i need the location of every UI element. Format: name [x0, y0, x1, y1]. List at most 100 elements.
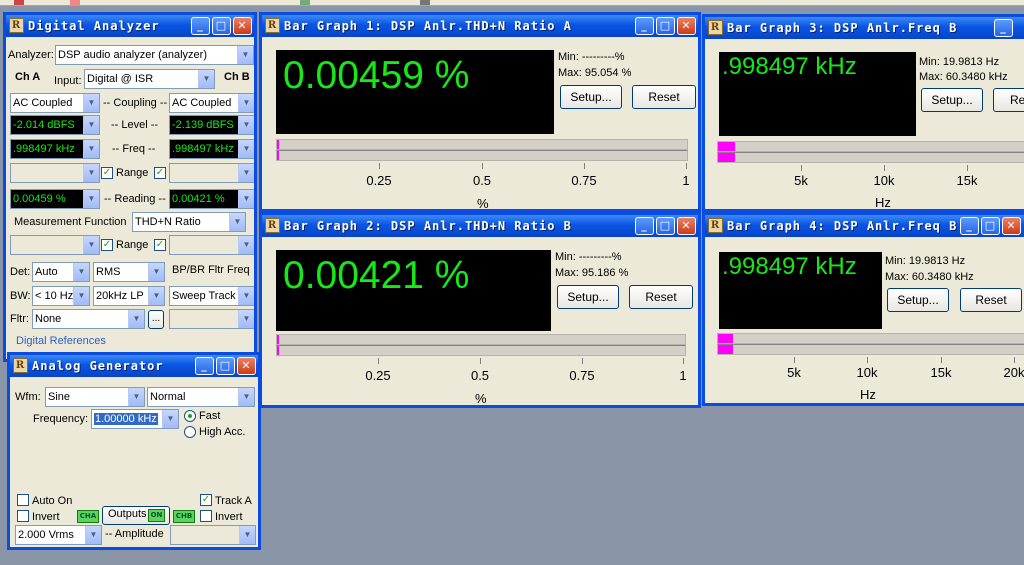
range2-b-checkbox[interactable]: ✓ [154, 239, 166, 251]
close-button[interactable]: ✕ [233, 17, 252, 35]
reading-b-readout[interactable]: 0.00421 % ▼ [169, 189, 254, 209]
reset-button[interactable]: Reset [993, 88, 1024, 112]
setup-button[interactable]: Setup... [921, 88, 983, 112]
scale-label: 0.5 [470, 368, 490, 383]
close-button[interactable]: ✕ [237, 357, 256, 375]
setup-button[interactable]: Setup... [560, 85, 622, 109]
level-b-readout[interactable]: -2.139 dBFS ▼ [169, 115, 254, 135]
app-icon: R [265, 18, 280, 33]
coupling-a-select[interactable]: AC Coupled ▼ [10, 93, 100, 113]
toolbar-icon[interactable] [70, 0, 80, 5]
minimize-button[interactable]: _ [635, 17, 654, 35]
analyzer-select[interactable]: DSP audio analyzer (analyzer) ▼ [55, 45, 254, 65]
fltr-more-button[interactable]: ... [148, 310, 164, 329]
scale-label: 5k [794, 173, 808, 188]
chb-indicator[interactable]: CHB [173, 510, 195, 523]
minimize-button[interactable]: _ [191, 17, 210, 35]
coupling-label: -- Coupling -- [103, 97, 168, 109]
reset-button[interactable]: Reset [632, 85, 696, 109]
close-button[interactable]: ✕ [1002, 217, 1021, 235]
digital-references-link[interactable]: Digital References [16, 335, 106, 347]
window-title: Bar Graph 4: DSP Anlr.Freq B [727, 219, 958, 233]
maximize-button[interactable]: □ [212, 17, 231, 35]
level-a-readout[interactable]: -2.014 dBFS ▼ [10, 115, 100, 135]
bar-fill-lower [277, 346, 279, 355]
toolbar-icon[interactable] [420, 0, 430, 5]
minimize-button[interactable]: _ [994, 19, 1013, 37]
high-acc-radio[interactable] [184, 426, 196, 438]
title-bar[interactable]: R Digital Analyzer _ □ ✕ [6, 15, 254, 37]
fltr-label: Fltr: [10, 313, 29, 325]
toolbar-icon[interactable] [14, 0, 24, 5]
range2-a-select[interactable]: ▼ [10, 235, 100, 255]
det-select[interactable]: Auto ▼ [32, 262, 90, 282]
minimize-button[interactable]: _ [195, 357, 214, 375]
chevron-down-icon: ▼ [148, 263, 164, 281]
bw-high-select[interactable]: 20kHz LP ▼ [93, 286, 165, 306]
fltr-b-select[interactable]: ▼ [169, 309, 254, 329]
app-icon: R [265, 218, 280, 233]
invert-b-checkbox[interactable] [200, 510, 212, 522]
freq-b-readout[interactable]: .998497 kHz ▼ [169, 139, 254, 159]
title-bar[interactable]: R Analog Generator _ □ ✕ [10, 355, 258, 377]
unit-label: % [475, 391, 487, 406]
range-b-checkbox[interactable]: ✓ [154, 167, 166, 179]
outputs-button[interactable]: Outputs ON [102, 506, 170, 525]
title-bar[interactable]: R Bar Graph 2: DSP Anlr.THD+N Ratio B _ … [262, 215, 698, 237]
waveform-select[interactable]: Sine ▼ [45, 387, 145, 407]
chevron-down-icon: ▼ [239, 526, 255, 544]
range-label: Range [116, 167, 149, 179]
range2-b-select[interactable]: ▼ [169, 235, 254, 255]
measurement-select[interactable]: THD+N Ratio ▼ [132, 212, 246, 232]
title-bar[interactable]: R Bar Graph 1: DSP Anlr.THD+N Ratio A _ … [262, 15, 698, 37]
range2-checkbox[interactable]: ✓ [101, 239, 113, 251]
maximize-button[interactable]: □ [656, 17, 675, 35]
bw-low-select[interactable]: < 10 Hz ▼ [32, 286, 90, 306]
range-b-select[interactable]: ▼ [169, 163, 254, 183]
freq-a-readout[interactable]: .998497 kHz ▼ [10, 139, 100, 159]
min-readout: Min: ---------% [558, 51, 625, 63]
bar-graph-1-window: R Bar Graph 1: DSP Anlr.THD+N Ratio A _ … [259, 12, 701, 212]
title-bar[interactable]: R Bar Graph 3: DSP Anlr.Freq B _ [705, 17, 1024, 39]
minimize-button[interactable]: _ [960, 217, 979, 235]
scale-tick [1014, 357, 1015, 363]
reading-display: .998497 kHz [719, 52, 916, 136]
close-button[interactable]: ✕ [677, 17, 696, 35]
title-bar[interactable]: R Bar Graph 4: DSP Anlr.Freq B _ □ ✕ [705, 215, 1024, 237]
amplitude-b-field[interactable]: ▼ [170, 525, 256, 545]
bw-track-select[interactable]: Sweep Track ▼ [169, 286, 254, 306]
coupling-b-select[interactable]: AC Coupled ▼ [169, 93, 254, 113]
maximize-button[interactable]: □ [981, 217, 1000, 235]
scale-label: 10k [856, 365, 878, 380]
auto-on-checkbox[interactable] [17, 494, 29, 506]
minimize-button[interactable]: _ [635, 217, 654, 235]
input-select[interactable]: Digital @ ISR ▼ [84, 69, 215, 89]
reading-a-readout[interactable]: 0.00459 % ▼ [10, 189, 100, 209]
maximize-button[interactable]: □ [216, 357, 235, 375]
det-mode-select[interactable]: RMS ▼ [93, 262, 165, 282]
maximize-button[interactable]: □ [656, 217, 675, 235]
scale-label: 0.5 [472, 173, 492, 188]
app-icon: R [13, 358, 28, 373]
chevron-down-icon: ▼ [229, 213, 245, 231]
fast-label: Fast [199, 410, 221, 422]
frequency-field[interactable]: 1.00000 kHz ▼ [91, 409, 179, 429]
track-a-checkbox[interactable]: ✓ [200, 494, 212, 506]
amplitude-field[interactable]: 2.000 Vrms ▼ [15, 525, 102, 545]
reset-button[interactable]: Reset [629, 285, 693, 309]
toolbar-icon[interactable] [300, 0, 310, 5]
setup-button[interactable]: Setup... [887, 288, 949, 312]
range-a-select[interactable]: ▼ [10, 163, 100, 183]
fast-radio[interactable] [184, 410, 196, 422]
scale-tick [801, 165, 802, 171]
waveform-mode-select[interactable]: Normal ▼ [147, 387, 255, 407]
bar-graph-3-window: R Bar Graph 3: DSP Anlr.Freq B _ .998497… [702, 14, 1024, 212]
close-button[interactable]: ✕ [677, 217, 696, 235]
fltr-select[interactable]: None ▼ [32, 309, 145, 329]
max-readout: Max: 95.186 % [555, 267, 629, 279]
setup-button[interactable]: Setup... [557, 285, 619, 309]
reset-button[interactable]: Reset [960, 288, 1022, 312]
range-checkbox[interactable]: ✓ [101, 167, 113, 179]
invert-a-checkbox[interactable] [17, 510, 29, 522]
cha-indicator[interactable]: CHA [77, 510, 99, 523]
